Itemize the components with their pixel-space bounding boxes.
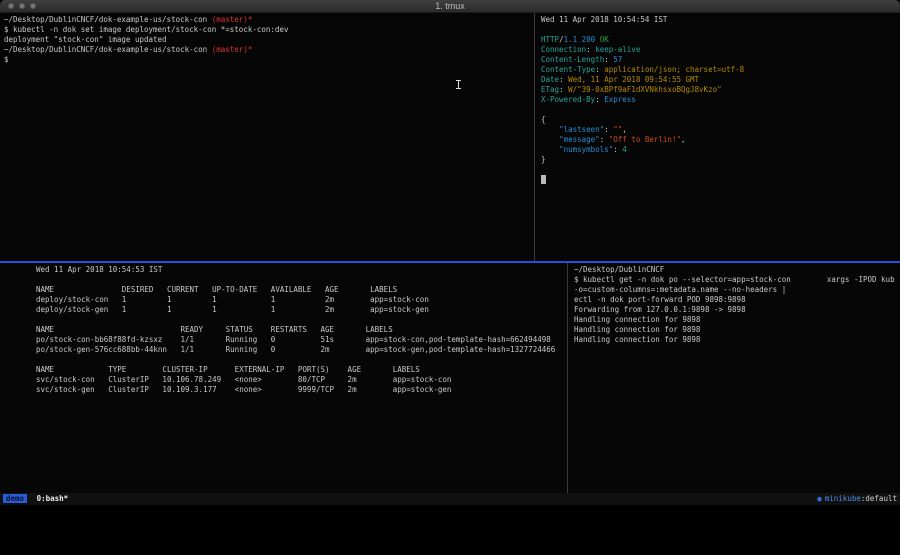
terminal-line: Handling connection for 9898 — [574, 315, 896, 325]
terminal-line: Content-Length: 57 — [541, 55, 896, 65]
status-right: ● minikube :default — [817, 493, 897, 505]
terminal-line: NAME DESIRED CURRENT UP-TO-DATE AVAILABL… — [36, 285, 562, 295]
terminal-line: ~/Desktop/DublinCNCF/dok-example-us/stoc… — [4, 45, 529, 55]
terminal-line: deployment "stock-con" image updated — [4, 35, 529, 45]
terminal-line — [36, 275, 562, 285]
terminal-line: ETag: W/"39-0xBPf9aF1dXVNkhsxoBQgJ8vKzo" — [541, 85, 896, 95]
terminal-line — [541, 105, 896, 115]
pane-http-response[interactable]: Wed 11 Apr 2018 10:54:54 IST HTTP/1.1 20… — [537, 13, 900, 261]
pane-divider-vertical-bottom[interactable] — [567, 263, 568, 493]
terminal-line: deploy/stock-con 1 1 1 1 2m app=stock-co… — [36, 295, 562, 305]
window-tab-bash[interactable]: 0:bash* — [37, 494, 69, 503]
terminal-line: "message": "Off to Berlin!", — [541, 135, 896, 145]
terminal-line: { — [541, 115, 896, 125]
kubernetes-context-icon: ● — [817, 493, 822, 505]
terminal-line: Connection: keep-alive — [541, 45, 896, 55]
terminal-line — [541, 25, 896, 35]
text-cursor — [541, 175, 546, 184]
mouse-text-cursor — [458, 80, 459, 89]
terminal-line: "lastseen": "", — [541, 125, 896, 135]
terminal-line: X-Powered-By: Express — [541, 95, 896, 105]
terminal-line: -o=custom-columns=:metadata.name --no-he… — [574, 285, 896, 295]
terminal-line: $ kubectl -n dok set image deployment/st… — [4, 25, 529, 35]
tmux-status-bar: demo 0:bash* ● minikube :default — [0, 493, 900, 505]
terminal-line: NAME TYPE CLUSTER-IP EXTERNAL-IP PORT(S)… — [36, 365, 562, 375]
terminal-line: Handling connection for 9898 — [574, 325, 896, 335]
terminal-line: po/stock-gen-576cc688bb-44knn 1/1 Runnin… — [36, 345, 562, 355]
terminal-line: $ — [4, 55, 529, 65]
pane-divider-vertical-top[interactable] — [534, 13, 535, 261]
terminal-line: Date: Wed, 11 Apr 2018 09:54:55 GMT — [541, 75, 896, 85]
terminal-line: } — [541, 155, 896, 165]
terminal-line: deploy/stock-gen 1 1 1 1 2m app=stock-ge… — [36, 305, 562, 315]
pane-kubectl-resources-watch[interactable]: Wed 11 Apr 2018 10:54:53 IST NAME DESIRE… — [0, 263, 566, 493]
terminal-line: HTTP/1.1 200 OK — [541, 35, 896, 45]
terminal-line: svc/stock-con ClusterIP 10.106.78.249 <n… — [36, 375, 562, 385]
pane-port-forward[interactable]: ~/Desktop/DublinCNCF$ kubectl get -n dok… — [570, 263, 900, 493]
session-name[interactable]: demo — [3, 494, 27, 503]
terminal-line: $ kubectl get -n dok po --selector=app=s… — [574, 275, 896, 285]
terminal-window: 1. tmux ~/Desktop/DublinCNCF/dok-example… — [0, 0, 900, 505]
terminal-line: Content-Type: application/json; charset=… — [541, 65, 896, 75]
terminal-line — [36, 315, 562, 325]
terminal-line: ~/Desktop/DublinCNCF/dok-example-us/stoc… — [4, 15, 529, 25]
terminal-line: Forwarding from 127.0.0.1:9898 -> 9898 — [574, 305, 896, 315]
terminal-line — [541, 175, 896, 185]
terminal-line — [541, 165, 896, 175]
terminal-line: NAME READY STATUS RESTARTS AGE LABELS — [36, 325, 562, 335]
terminal-line: ~/Desktop/DublinCNCF — [574, 265, 896, 275]
terminal-line: Wed 11 Apr 2018 10:54:53 IST — [36, 265, 562, 275]
kube-context: minikube — [825, 493, 861, 505]
terminal-line: "numsymbols": 4 — [541, 145, 896, 155]
tmux-terminal: ~/Desktop/DublinCNCF/dok-example-us/stoc… — [0, 13, 900, 493]
kube-namespace: :default — [861, 493, 897, 505]
terminal-line — [36, 355, 562, 365]
terminal-line: po/stock-con-bb68f88fd-kzsxz 1/1 Running… — [36, 335, 562, 345]
pane-shell-kubectl-set-image[interactable]: ~/Desktop/DublinCNCF/dok-example-us/stoc… — [0, 13, 533, 261]
terminal-line: ectl -n dok port-forward POD 9898:9898 — [574, 295, 896, 305]
terminal-line: Handling connection for 9898 — [574, 335, 896, 345]
titlebar[interactable]: 1. tmux — [0, 0, 900, 13]
window-title: 1. tmux — [0, 0, 900, 13]
status-left: demo 0:bash* — [3, 493, 68, 505]
terminal-line: Wed 11 Apr 2018 10:54:54 IST — [541, 15, 896, 25]
terminal-line: svc/stock-gen ClusterIP 10.109.3.177 <no… — [36, 385, 562, 395]
